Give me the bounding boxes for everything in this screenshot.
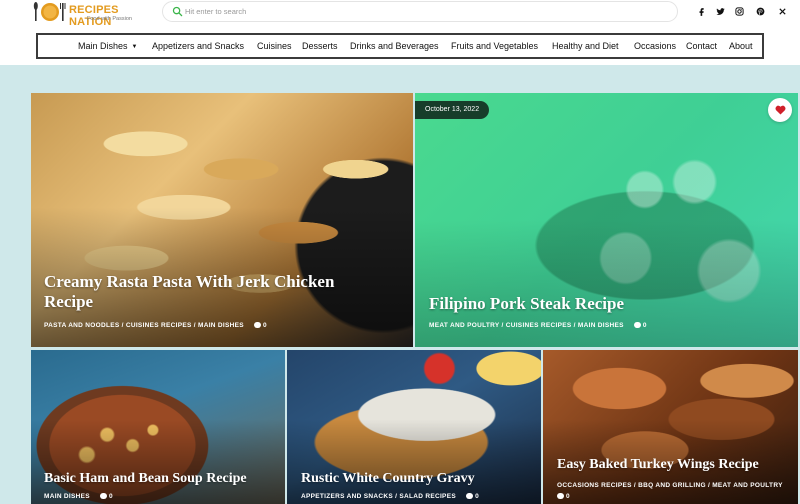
top-bar: RECIPES NATION Food with Passion	[0, 0, 800, 28]
post-meta: OCCASIONS RECIPES / BBQ AND GRILLING / M…	[557, 480, 795, 502]
brand-tagline: Food with Passion	[87, 16, 132, 22]
comment-icon	[466, 493, 474, 499]
post-date-badge: October 13, 2022	[415, 101, 490, 119]
nav-drinks-and-beverages[interactable]: Drinks and Beverages	[350, 41, 439, 51]
featured-post-card[interactable]: Filipino Pork Steak Recipe MEAT AND POUL…	[415, 93, 798, 347]
nav-appetizers-and-snacks[interactable]: Appetizers and Snacks	[152, 41, 244, 51]
nav-desserts[interactable]: Desserts	[302, 41, 338, 51]
post-title[interactable]: Filipino Pork Steak Recipe	[429, 294, 769, 314]
search-bar	[162, 1, 678, 22]
nav-contact[interactable]: Contact	[686, 41, 717, 51]
favorite-button[interactable]	[768, 98, 792, 122]
comment-count-value: 0	[109, 493, 113, 500]
post-title[interactable]: Basic Ham and Bean Soup Recipe	[44, 471, 279, 488]
featured-post-card[interactable]: Rustic White Country Gravy APPETIZERS AN…	[287, 350, 541, 504]
comment-count-value: 0	[566, 493, 570, 501]
comment-count-value: 0	[642, 322, 647, 329]
twitter-icon[interactable]	[714, 5, 726, 17]
logo-icon	[33, 2, 66, 21]
nav-cuisines[interactable]: Cuisines	[257, 41, 292, 51]
post-categories[interactable]: OCCASIONS RECIPES / BBQ AND GRILLING / M…	[557, 482, 783, 489]
comment-icon	[254, 322, 262, 328]
search-icon[interactable]	[172, 6, 183, 17]
main-nav: Main Dishes ▼ Appetizers and Snacks Cuisi…	[36, 33, 764, 59]
post-categories[interactable]: MAIN DISHES	[44, 493, 90, 500]
instagram-icon[interactable]	[733, 5, 745, 17]
post-meta: MEAT AND POULTRY / CUISINES RECIPES / MA…	[429, 322, 647, 329]
nav-fruits-and-vegetables[interactable]: Fruits and Vegetables	[451, 41, 538, 51]
comment-count[interactable]: 0	[254, 322, 267, 329]
featured-post-card[interactable]: Creamy Rasta Pasta With Jerk Chicken Rec…	[31, 93, 413, 347]
post-categories[interactable]: PASTA AND NOODLES / CUISINES RECIPES / M…	[44, 322, 244, 329]
post-meta: MAIN DISHES 0	[44, 493, 113, 500]
nav-healthy-and-diet[interactable]: Healthy and Diet	[552, 41, 619, 51]
chevron-down-icon: ▼	[131, 44, 138, 50]
nav-label: Main Dishes	[78, 41, 128, 51]
comment-icon	[100, 493, 108, 499]
comment-count-value: 0	[263, 322, 267, 329]
post-title[interactable]: Easy Baked Turkey Wings Recipe	[557, 457, 792, 474]
post-categories[interactable]: MEAT AND POULTRY / CUISINES RECIPES / MA…	[429, 322, 624, 329]
post-meta: PASTA AND NOODLES / CUISINES RECIPES / M…	[44, 322, 267, 329]
post-meta: APPETIZERS AND SNACKS / SALAD RECIPES 0	[301, 493, 479, 500]
post-title[interactable]: Rustic White Country Gravy	[301, 471, 536, 488]
comment-count[interactable]: 0	[466, 493, 479, 500]
facebook-icon[interactable]	[695, 5, 707, 17]
featured-post-card[interactable]: Easy Baked Turkey Wings Recipe OCCASIONS…	[543, 350, 798, 504]
featured-post-card[interactable]: Basic Ham and Bean Soup Recipe MAIN DISH…	[31, 350, 285, 504]
search-input[interactable]	[185, 4, 665, 19]
comment-count-value: 0	[475, 493, 479, 500]
post-categories[interactable]: APPETIZERS AND SNACKS / SALAD RECIPES	[301, 493, 456, 500]
comment-count[interactable]: 0	[100, 493, 113, 500]
comment-count[interactable]: 0	[633, 322, 647, 329]
nav-about[interactable]: About	[729, 41, 753, 51]
heart-icon	[775, 105, 785, 115]
close-icon[interactable]	[776, 5, 788, 17]
comment-count[interactable]: 0	[557, 493, 570, 500]
pinterest-icon[interactable]	[754, 5, 766, 17]
site-logo[interactable]: RECIPES NATION Food with Passion	[33, 0, 158, 28]
post-title[interactable]: Creamy Rasta Pasta With Jerk Chicken Rec…	[44, 272, 374, 313]
nav-occasions[interactable]: Occasions	[634, 41, 676, 51]
nav-main-dishes[interactable]: Main Dishes ▼	[78, 41, 137, 51]
comment-icon	[557, 493, 564, 500]
comment-icon	[633, 322, 641, 328]
